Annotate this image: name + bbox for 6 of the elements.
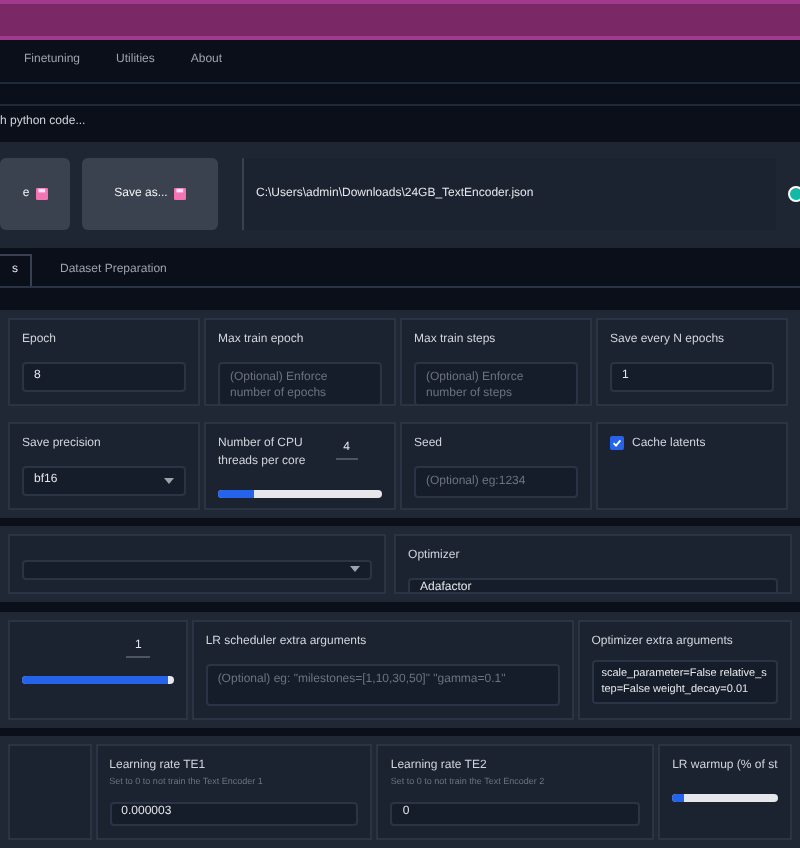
floppy-icon xyxy=(35,188,48,201)
floppy-icon xyxy=(173,188,186,201)
caret-icon xyxy=(350,566,361,573)
check-icon xyxy=(612,438,622,449)
checkbox[interactable] xyxy=(610,436,624,451)
caret-icon xyxy=(164,478,174,485)
